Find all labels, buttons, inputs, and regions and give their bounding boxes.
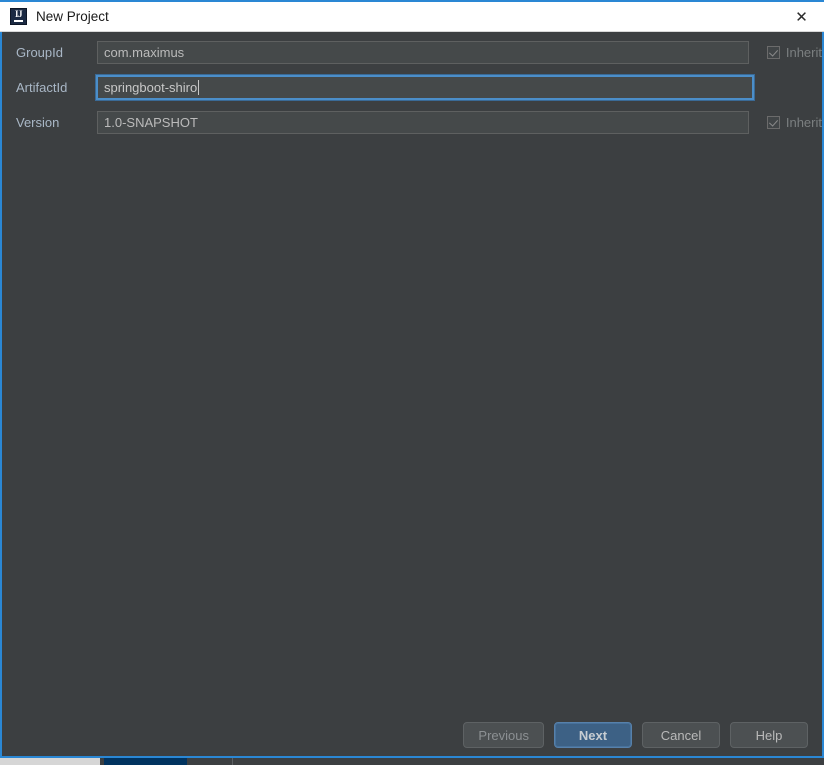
artifactid-input[interactable]: springboot-shiro bbox=[95, 74, 755, 101]
intellij-idea-logo-icon: IJ bbox=[10, 8, 27, 25]
close-icon[interactable]: ✕ bbox=[779, 1, 824, 32]
artifactid-label: ArtifactId bbox=[16, 80, 68, 95]
version-input[interactable]: 1.0-SNAPSHOT bbox=[97, 111, 749, 134]
help-button[interactable]: Help bbox=[730, 722, 808, 748]
groupid-inherit-label: Inherit bbox=[785, 45, 822, 60]
form-row-groupid: GroupId com.maximus Inherit bbox=[2, 41, 822, 64]
dialog-title-bar: IJ New Project ✕ bbox=[0, 0, 824, 32]
groupid-inherit-checkbox[interactable] bbox=[766, 46, 780, 59]
groupid-inherit-group: Inherit bbox=[766, 45, 822, 60]
form-row-version: Version 1.0-SNAPSHOT Inherit bbox=[2, 111, 822, 134]
version-inherit-group: Inherit bbox=[766, 115, 822, 130]
dialog-title: New Project bbox=[36, 9, 109, 24]
next-button[interactable]: Next bbox=[554, 722, 632, 748]
groupid-label: GroupId bbox=[16, 45, 63, 60]
logo-underbar bbox=[14, 20, 23, 22]
new-project-dialog: IJ New Project ✕ GroupId com.maximus Inh… bbox=[0, 0, 824, 758]
version-inherit-checkbox[interactable] bbox=[766, 116, 780, 129]
dialog-footer: Previous Next Cancel Help bbox=[2, 722, 822, 748]
previous-button[interactable]: Previous bbox=[463, 722, 544, 748]
dialog-content-area: GroupId com.maximus Inherit ArtifactId s… bbox=[2, 32, 822, 756]
cancel-button[interactable]: Cancel bbox=[642, 722, 720, 748]
text-caret bbox=[198, 80, 200, 95]
form-row-artifactid: ArtifactId springboot-shiro bbox=[2, 74, 822, 101]
groupid-input[interactable]: com.maximus bbox=[97, 41, 749, 64]
coordinates-form: GroupId com.maximus Inherit ArtifactId s… bbox=[2, 32, 822, 134]
logo-letters: IJ bbox=[14, 9, 23, 19]
artifactid-input-value: springboot-shiro bbox=[104, 80, 198, 95]
version-inherit-label: Inherit bbox=[785, 115, 822, 130]
version-label: Version bbox=[16, 115, 60, 130]
